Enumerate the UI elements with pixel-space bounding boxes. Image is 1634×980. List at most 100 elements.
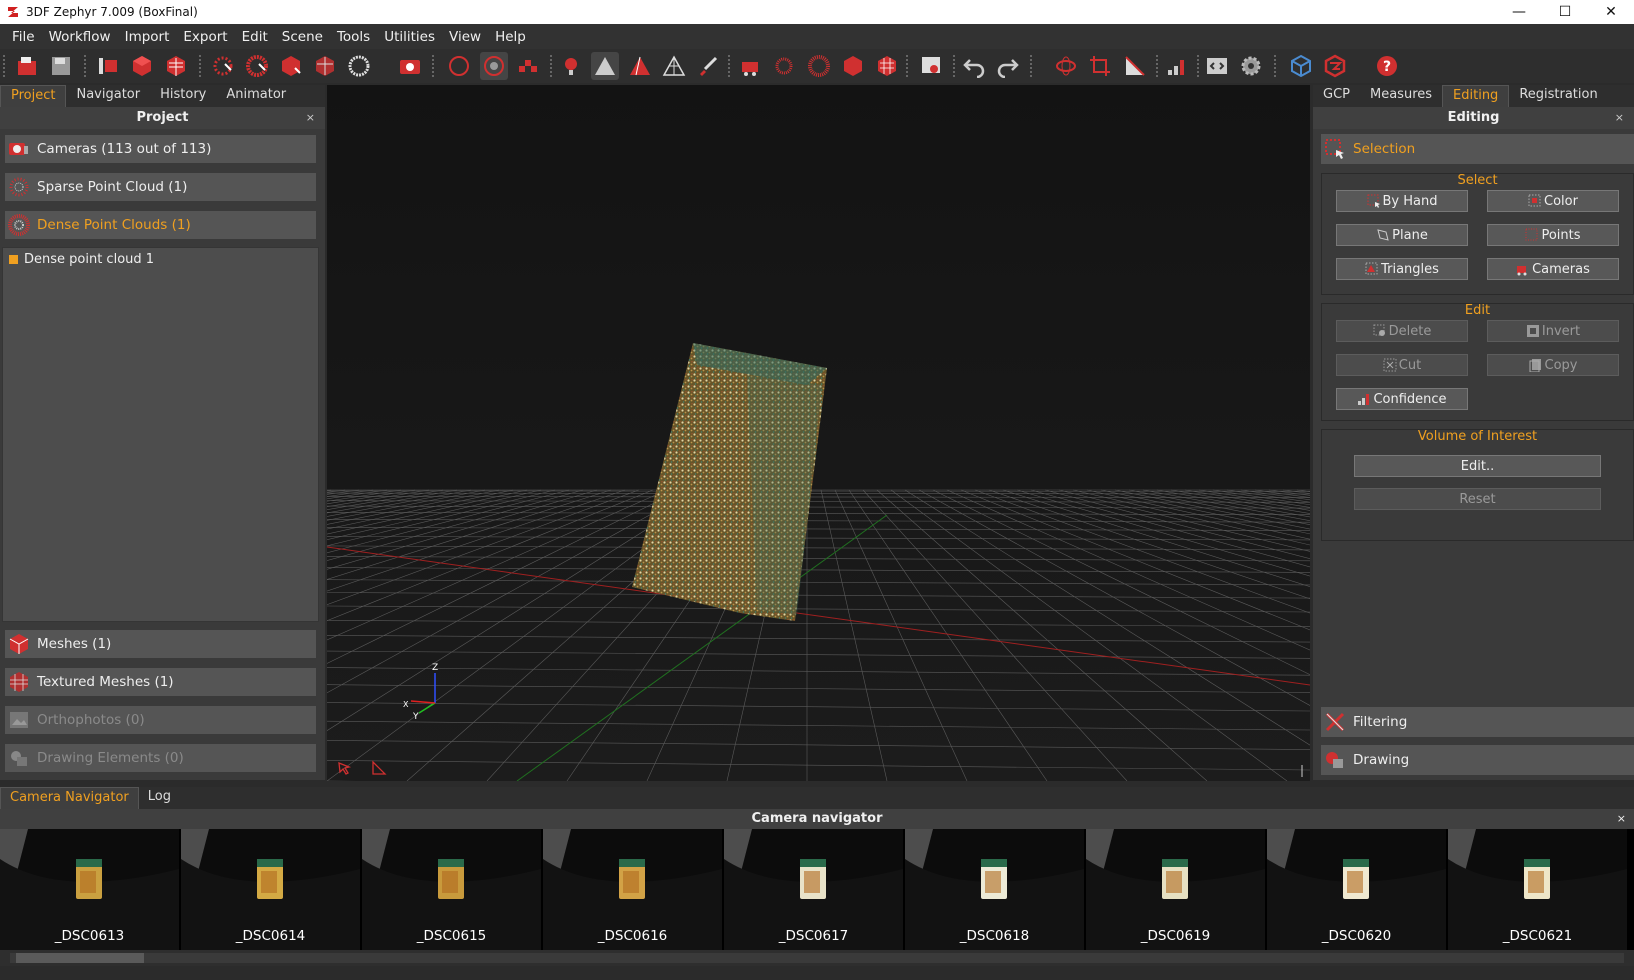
undo-icon[interactable] [960,52,988,80]
rotate-tool-icon[interactable] [1052,52,1080,80]
copy-button[interactable]: Copy [1487,354,1619,376]
shaded-render-icon[interactable] [626,52,654,80]
scrollbar-track[interactable] [10,953,1624,963]
camera-thumbnail[interactable]: _DSC0617 [724,829,903,950]
points-select-button[interactable]: Points [1487,224,1619,246]
tab-camera-navigator[interactable]: Camera Navigator [0,787,139,809]
3d-model-icon[interactable] [1287,52,1315,80]
save-icon[interactable] [47,52,75,80]
cube-red-icon[interactable] [128,52,156,80]
tab-animator[interactable]: Animator [216,85,296,107]
section-sparse-point-cloud[interactable]: Sparse Point Cloud (1) [4,172,317,202]
tree-item-dense-cloud[interactable]: Dense point cloud 1 [3,250,318,268]
cut-button[interactable]: Cut [1336,354,1468,376]
section-cameras[interactable]: Cameras (113 out of 113) [4,134,317,164]
tab-measures[interactable]: Measures [1360,85,1442,107]
redo-icon[interactable] [994,52,1022,80]
settings-gear-icon[interactable] [1237,52,1265,80]
camera-thumbnail[interactable]: _DSC0616 [543,829,722,950]
3dflow-logo-icon[interactable] [1321,52,1349,80]
close-editing-panel-button[interactable]: × [1615,107,1624,129]
camera-thumbnail[interactable]: _DSC0620 [1267,829,1446,950]
wireframe-icon[interactable] [660,52,688,80]
menu-export[interactable]: Export [176,29,234,45]
scene-canvas[interactable]: Z Y X [327,85,1310,781]
stats-icon[interactable] [1163,52,1191,80]
voi-reset-button[interactable]: Reset [1354,488,1601,510]
section-drawing[interactable]: Drawing [1321,745,1634,775]
light-icon[interactable] [557,52,585,80]
by-hand-button[interactable]: By Hand [1336,190,1468,212]
menu-file[interactable]: File [5,29,42,45]
camera-thumbnail[interactable]: _DSC0615 [362,829,541,950]
paint-brush-icon[interactable] [694,52,722,80]
workflow-icon[interactable] [94,52,122,80]
sphere-small-icon[interactable] [770,52,798,80]
menu-edit[interactable]: Edit [235,29,275,45]
tab-history[interactable]: History [150,85,216,107]
thumbnail-scrollbar[interactable] [0,950,1634,966]
new-project-icon[interactable] [13,52,41,80]
menu-view[interactable]: View [442,29,488,45]
section-dense-point-clouds[interactable]: Dense Point Clouds (1) [4,210,317,240]
menu-workflow[interactable]: Workflow [42,29,118,45]
textured-mesh-icon[interactable] [311,52,339,80]
3d-viewport[interactable]: Z Y X [327,85,1310,781]
solid-render-icon[interactable] [591,52,619,80]
menu-import[interactable]: Import [118,29,177,45]
section-textured-meshes[interactable]: Textured Meshes (1) [4,667,317,697]
tab-navigator[interactable]: Navigator [66,85,150,107]
camera-thumbnail[interactable]: _DSC0619 [1086,829,1265,950]
triangles-select-button[interactable]: Triangles [1336,258,1468,280]
close-window-button[interactable]: ✕ [1588,0,1634,24]
camera-thumbnail[interactable]: _DSC0621 [1448,829,1627,950]
close-project-panel-button[interactable]: × [306,107,315,129]
color-select-button[interactable]: Color [1487,190,1619,212]
view-window-icon[interactable] [917,52,945,80]
close-camera-navigator-button[interactable]: × [1617,809,1626,829]
tab-log[interactable]: Log [139,787,180,809]
section-orthophotos[interactable]: Orthophotos (0) [4,705,317,735]
tab-editing[interactable]: Editing [1442,85,1510,107]
mesh-icon[interactable] [277,52,305,80]
menu-utilities[interactable]: Utilities [377,29,442,45]
minimize-button[interactable]: — [1496,0,1542,24]
camera-thumbnail[interactable]: _DSC0613 [0,829,179,950]
help-icon[interactable]: ? [1373,52,1401,80]
plane-select-button[interactable]: Plane [1336,224,1468,246]
tab-project[interactable]: Project [0,85,67,107]
invert-button[interactable]: Invert [1487,320,1619,342]
dense-cloud-icon[interactable] [243,52,271,80]
camera-path-icon[interactable] [736,52,764,80]
wire-cube-icon[interactable] [873,52,901,80]
maximize-button[interactable]: ☐ [1542,0,1588,24]
point-cloud-export-icon[interactable] [345,52,373,80]
camera-thumbnail[interactable]: _DSC0618 [905,829,1084,950]
orbit-icon[interactable] [445,52,473,80]
cube-grey-icon[interactable] [162,52,190,80]
crop-icon[interactable] [1086,52,1114,80]
orbit-center-icon[interactable] [480,52,508,80]
menu-tools[interactable]: Tools [330,29,377,45]
tab-registration[interactable]: Registration [1509,85,1607,107]
section-meshes[interactable]: Meshes (1) [4,629,317,659]
solid-cube-icon[interactable] [839,52,867,80]
section-filtering[interactable]: Filtering [1321,707,1634,737]
camera-thumbnail[interactable]: _DSC0614 [181,829,360,950]
scrollbar-thumb[interactable] [16,953,144,963]
menu-help[interactable]: Help [488,29,533,45]
script-icon[interactable] [1203,52,1231,80]
section-drawing-elements[interactable]: Drawing Elements (0) [4,743,317,773]
menu-scene[interactable]: Scene [275,29,330,45]
delete-button[interactable]: Delete [1336,320,1468,342]
voi-edit-button[interactable]: Edit.. [1354,455,1601,477]
pivot-icon[interactable] [514,52,542,80]
screenshot-icon[interactable] [396,52,424,80]
cameras-select-button[interactable]: Cameras [1487,258,1619,280]
item-checkbox[interactable] [9,254,18,264]
section-selection[interactable]: Selection [1321,134,1634,164]
confidence-button[interactable]: Confidence [1336,388,1468,410]
sphere-large-icon[interactable] [805,52,833,80]
sparse-cloud-icon[interactable] [209,52,237,80]
tab-gcp[interactable]: GCP [1313,85,1360,107]
